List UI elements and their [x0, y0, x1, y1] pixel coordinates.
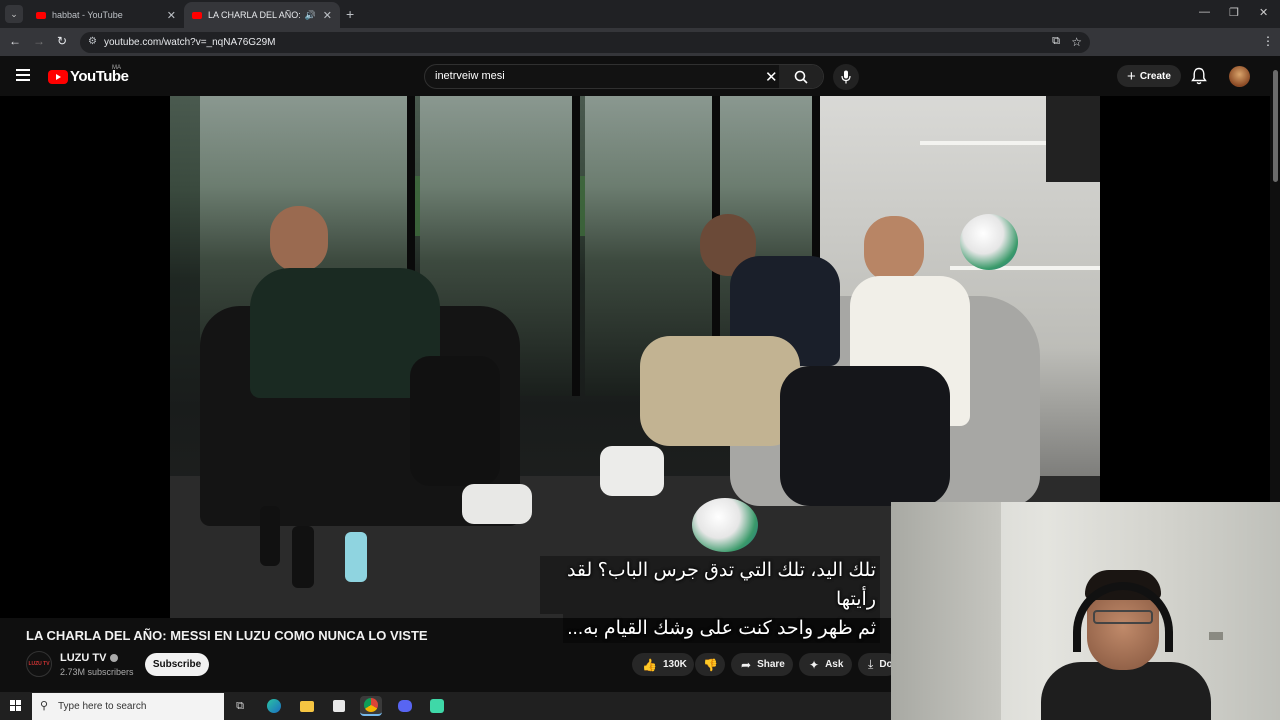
plus-icon: +	[1127, 67, 1136, 85]
subscriber-count: 2.73M subscribers	[60, 667, 134, 677]
dislike-button[interactable]: 👎	[695, 653, 725, 676]
back-button[interactable]: ←	[9, 34, 21, 48]
tab-habbat[interactable]: habbat - YouTube ✕	[28, 2, 184, 28]
subscribe-button[interactable]: Subscribe	[145, 653, 209, 676]
download-icon: ⤓	[868, 657, 874, 671]
store-icon[interactable]	[328, 696, 350, 716]
video-subtitles: تلك اليد، تلك التي تدق جرس الباب؟ لقد رأ…	[540, 556, 880, 643]
forward-button[interactable]: →	[33, 34, 45, 48]
page-scrollbar[interactable]	[1270, 56, 1280, 502]
voice-search-button[interactable]	[833, 64, 859, 90]
tab-search-button[interactable]: ⌄	[5, 5, 23, 23]
wall-socket	[1209, 632, 1223, 640]
ask-button[interactable]: ✦ Ask	[799, 653, 852, 676]
sneaker	[462, 484, 532, 524]
account-avatar[interactable]	[1229, 66, 1250, 87]
window-close-button[interactable]: ✕	[1259, 6, 1268, 19]
minimize-button[interactable]: —	[1199, 6, 1210, 18]
webcam-overlay	[891, 502, 1280, 720]
thumbs-down-icon: 👎	[703, 657, 718, 672]
microphone-icon	[841, 70, 851, 84]
youtube-favicon-icon	[192, 11, 202, 19]
tab-label: habbat - YouTube	[52, 10, 123, 20]
search-icon: ⚲	[40, 700, 49, 712]
thumbs-up-icon: 👍	[642, 657, 657, 672]
site-info-icon[interactable]: ⚙	[88, 36, 97, 47]
url-text: youtube.com/watch?v=_nqNA76G29M	[104, 37, 276, 48]
create-label: Create	[1139, 70, 1171, 82]
glasses	[1093, 610, 1153, 624]
taskbar-search[interactable]: ⚲ Type here to search	[32, 693, 224, 720]
ask-label: Ask	[825, 659, 844, 670]
menu-icon[interactable]	[16, 69, 30, 81]
verified-icon	[110, 654, 119, 663]
edge-icon[interactable]	[263, 696, 285, 716]
close-icon[interactable]: ✕	[167, 9, 176, 22]
bell-icon	[1191, 67, 1207, 85]
sneaker	[600, 446, 664, 496]
person-legs	[780, 366, 950, 506]
tab-la-charla[interactable]: LA CHARLA DEL AÑO: MES 🔊 ✕	[184, 2, 340, 28]
browser-tab-strip: ⌄ habbat - YouTube ✕ LA CHARLA DEL AÑO: …	[0, 0, 1280, 28]
install-icon[interactable]: ⧉	[1052, 35, 1060, 48]
create-button[interactable]: + Create	[1117, 65, 1181, 87]
notifications-button[interactable]	[1191, 67, 1207, 90]
chrome-menu-icon[interactable]: ⋮	[1262, 34, 1274, 48]
app-icon[interactable]	[426, 696, 448, 716]
share-label: Share	[757, 659, 785, 670]
tv-screen	[1046, 96, 1100, 182]
address-bar[interactable]: ⚙ youtube.com/watch?v=_nqNA76G29M ⧉ ☆	[80, 32, 1090, 53]
youtube-play-icon	[48, 69, 68, 84]
search-icon	[794, 70, 808, 84]
scrollbar-thumb[interactable]	[1273, 70, 1278, 182]
bottle	[260, 506, 280, 566]
taskbar-search-placeholder: Type here to search	[58, 701, 147, 712]
file-explorer-icon[interactable]	[296, 696, 318, 716]
youtube-logo[interactable]: YouTube MA	[48, 65, 129, 85]
chrome-icon[interactable]	[360, 696, 382, 716]
share-icon: ➦	[741, 657, 752, 672]
new-tab-button[interactable]: +	[346, 6, 354, 22]
search-button[interactable]	[779, 65, 823, 88]
channel-name-row[interactable]: LUZU TV	[60, 652, 119, 664]
subtitle-line: تلك اليد، تلك التي تدق جرس الباب؟ لقد رأ…	[540, 556, 880, 614]
football	[960, 214, 1018, 270]
video-title: LA CHARLA DEL AÑO: MESSI EN LUZU COMO NU…	[26, 628, 428, 643]
person-legs	[640, 336, 800, 446]
restore-button[interactable]: ❐	[1229, 6, 1239, 19]
share-button[interactable]: ➦ Share	[731, 653, 793, 676]
channel-avatar-text: LUZU TV	[28, 661, 50, 667]
like-button[interactable]: 👍 130K	[632, 653, 694, 676]
sparkle-icon: ✦	[809, 657, 820, 672]
football	[692, 498, 758, 552]
channel-avatar[interactable]: LUZU TV	[26, 651, 52, 677]
streamer-body	[1041, 662, 1211, 720]
person-head	[270, 206, 328, 272]
country-code: MA	[112, 65, 121, 71]
bookmark-star-icon[interactable]: ☆	[1071, 35, 1082, 49]
youtube-favicon-icon	[36, 11, 46, 19]
bottle	[292, 526, 314, 588]
task-view-icon[interactable]: ⧉	[229, 696, 251, 716]
search-input[interactable]	[435, 70, 755, 82]
reload-button[interactable]: ↻	[57, 34, 67, 48]
youtube-header: YouTube MA ✕ + Create	[0, 56, 1280, 96]
browser-toolbar: ← → ↻ ⚙ youtube.com/watch?v=_nqNA76G29M …	[0, 28, 1280, 75]
close-icon[interactable]: ✕	[323, 9, 332, 22]
discord-icon[interactable]	[394, 696, 416, 716]
shelf	[950, 266, 1100, 270]
windows-start-icon[interactable]	[10, 700, 22, 712]
channel-name[interactable]: LUZU TV	[60, 652, 106, 664]
like-count: 130K	[662, 659, 687, 670]
clear-search-icon[interactable]: ✕	[765, 68, 778, 86]
search-box: ✕	[424, 64, 824, 89]
subtitle-line: ثم ظهر واحد كنت على وشك القيام به...	[563, 614, 880, 643]
windows-taskbar: ⚲ Type here to search ⧉	[0, 692, 891, 720]
person-legs	[410, 356, 500, 486]
door	[891, 502, 1001, 720]
person-head	[864, 216, 924, 282]
speaker-icon[interactable]: 🔊	[305, 10, 316, 21]
bottle	[345, 532, 367, 582]
tab-label: LA CHARLA DEL AÑO: MES	[208, 10, 304, 20]
